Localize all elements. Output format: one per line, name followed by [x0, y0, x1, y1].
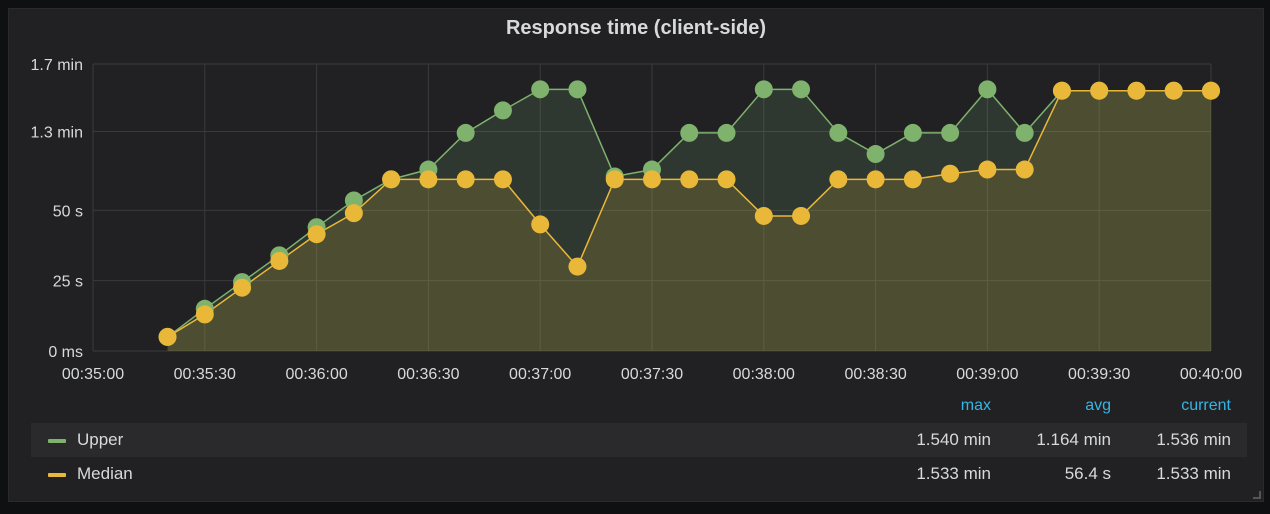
legend-value-max: 1.540 min [916, 430, 991, 449]
median-point [531, 215, 550, 234]
median-point [829, 170, 848, 189]
upper-point [531, 80, 550, 99]
median-point [1052, 81, 1071, 100]
legend-value-avg: 1.164 min [1036, 430, 1111, 449]
x-tick-label: 00:36:00 [285, 366, 347, 383]
median-point [382, 170, 401, 189]
legend-value-current: 1.533 min [1156, 464, 1231, 483]
y-tick-label: 25 s [53, 274, 83, 291]
response-time-chart: 00:35:00 00:35:30 00:36:00 00:36:30 00:37:00… [31, 57, 1243, 383]
resize-handle-icon[interactable] [1253, 491, 1261, 499]
median-point [1015, 160, 1034, 179]
median-point [754, 206, 773, 225]
x-tick-label: 00:35:30 [174, 366, 236, 383]
upper-point [680, 123, 699, 142]
legend-series-name[interactable]: Median [77, 464, 133, 484]
median-point [233, 278, 252, 297]
x-tick-label: 00:39:30 [1068, 366, 1130, 383]
y-tick-label: 0 ms [48, 344, 83, 361]
x-tick-label: 00:38:30 [844, 366, 906, 383]
legend-table: max avg current Upper 1.540 min 1.164 mi… [31, 397, 1247, 491]
x-tick-label: 00:39:00 [956, 366, 1018, 383]
median-point [1164, 81, 1183, 100]
upper-point [568, 80, 587, 99]
legend-series-name[interactable]: Upper [77, 430, 123, 450]
median-point [1202, 81, 1220, 100]
legend-row-median[interactable]: Median 1.533 min 56.4 s 1.533 min [31, 457, 1247, 491]
legend-header-avg[interactable]: avg [991, 397, 1111, 415]
median-point [941, 164, 960, 183]
legend-header-current[interactable]: current [1111, 397, 1231, 415]
upper-point [493, 101, 512, 120]
median-point [307, 225, 326, 244]
legend-value-max: 1.533 min [916, 464, 991, 483]
legend-header-max[interactable]: max [871, 397, 991, 415]
legend-value-avg: 56.4 s [1064, 464, 1111, 483]
median-point [978, 160, 997, 179]
median-point [344, 204, 363, 223]
upper-point [941, 123, 960, 142]
upper-point [754, 80, 773, 99]
median-point [643, 170, 661, 189]
upper-point [792, 80, 811, 99]
median-series-swatch[interactable] [48, 473, 66, 477]
x-tick-label: 00:38:00 [733, 366, 795, 383]
upper-point [456, 123, 475, 142]
x-tick-label: 00:40:00 [1180, 366, 1242, 383]
legend-row-upper[interactable]: Upper 1.540 min 1.164 min 1.536 min [31, 423, 1247, 457]
median-point [605, 170, 624, 189]
upper-point [866, 145, 885, 164]
median-point [1127, 81, 1146, 100]
median-point [195, 305, 214, 324]
legend-header: max avg current [31, 397, 1247, 423]
upper-point [903, 123, 922, 142]
upper-series-swatch[interactable] [48, 439, 66, 443]
median-point [456, 170, 475, 189]
median-point [903, 170, 922, 189]
y-tick-label: 1.3 min [31, 125, 83, 142]
median-point [419, 170, 438, 189]
y-tick-label: 1.7 min [31, 57, 83, 74]
median-point [158, 327, 177, 346]
median-point [680, 170, 699, 189]
median-point [493, 170, 512, 189]
upper-point [717, 123, 736, 142]
upper-point [1015, 123, 1034, 142]
median-point [1090, 81, 1109, 100]
median-point [270, 251, 289, 270]
x-tick-label: 00:37:00 [509, 366, 571, 383]
median-point [717, 170, 736, 189]
upper-point [978, 80, 997, 99]
median-point [792, 206, 811, 225]
y-tick-label: 50 s [53, 203, 83, 220]
x-tick-label: 00:36:30 [397, 366, 459, 383]
legend-value-current: 1.536 min [1156, 430, 1231, 449]
x-tick-label: 00:37:30 [621, 366, 683, 383]
median-point [568, 257, 587, 276]
median-point [866, 170, 885, 189]
graph-panel: Response time (client-side) 00:35:00 00:3… [8, 8, 1264, 502]
upper-point [829, 123, 848, 142]
x-tick-label: 00:35:00 [62, 366, 124, 383]
